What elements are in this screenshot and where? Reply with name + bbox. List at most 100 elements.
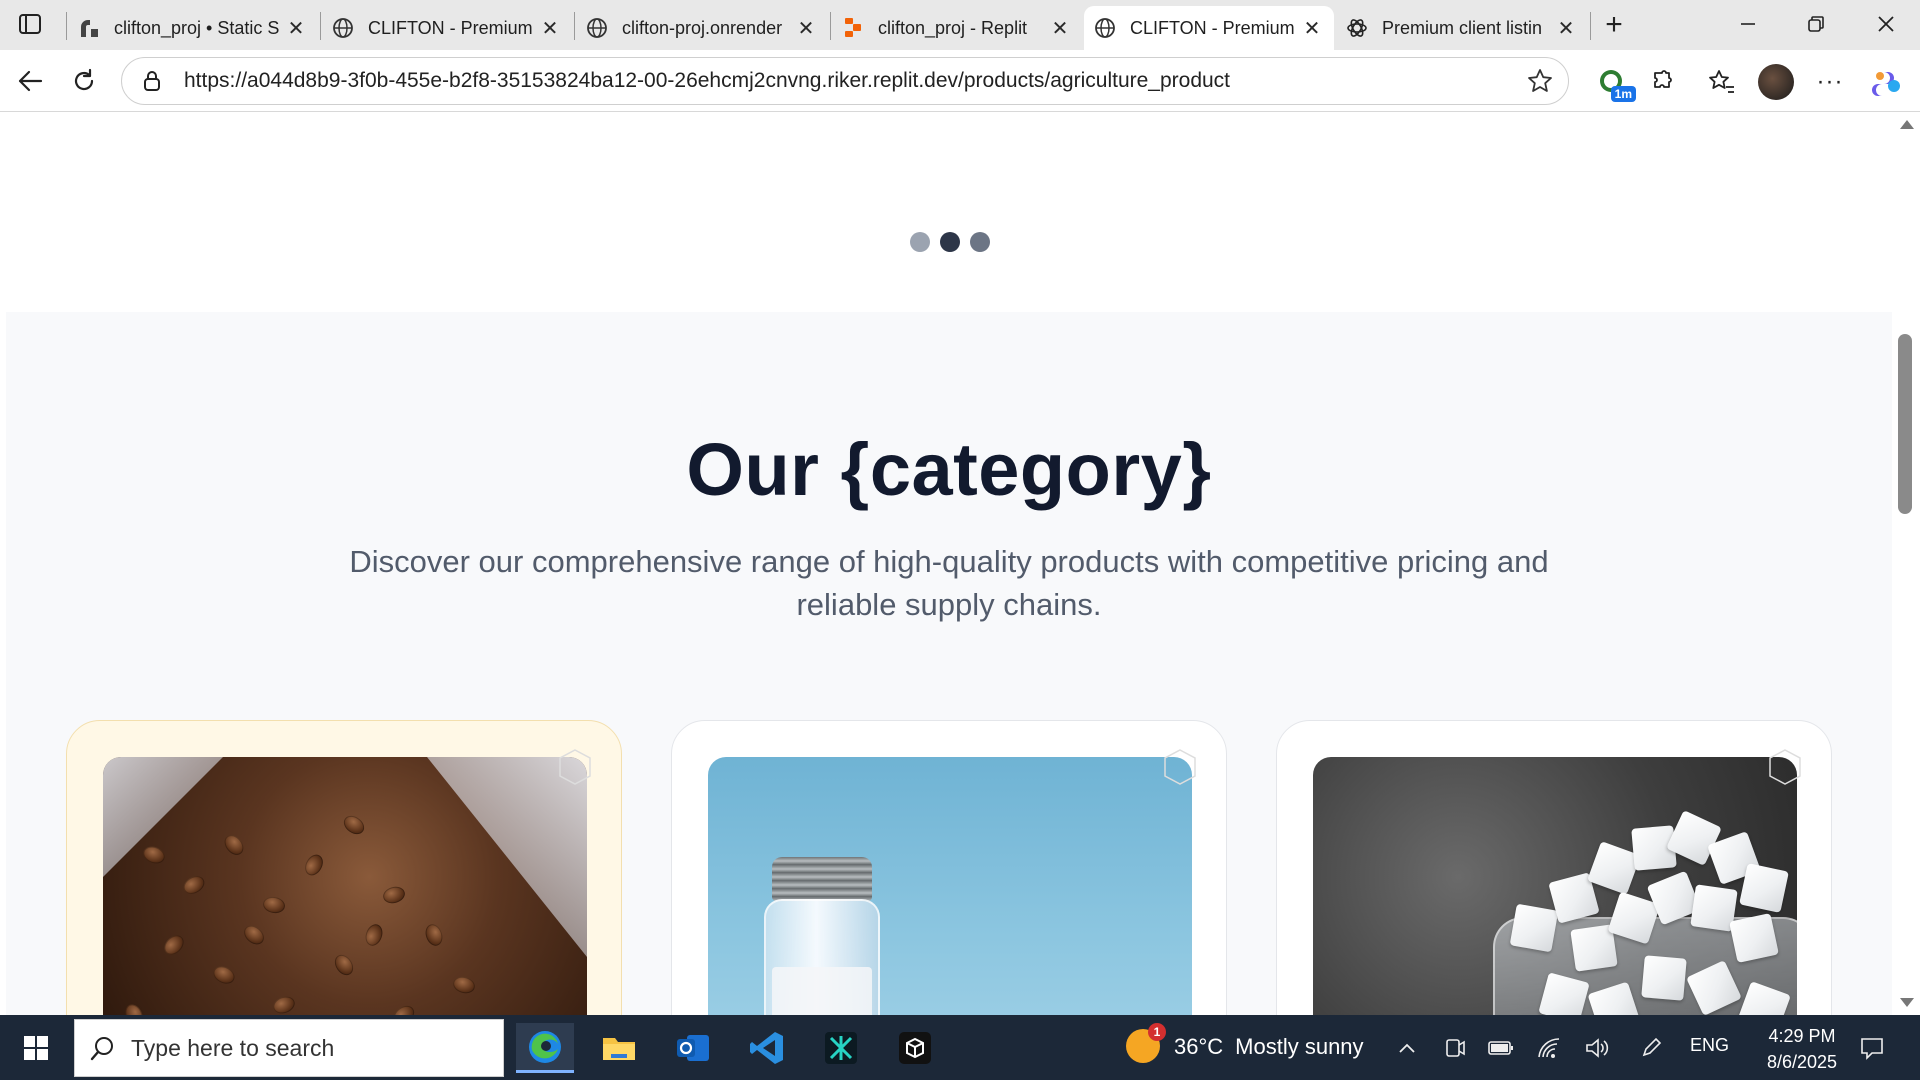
new-tab-button[interactable]: + bbox=[1594, 8, 1634, 42]
plus-icon: + bbox=[1605, 8, 1623, 41]
speaker-icon bbox=[1586, 1038, 1609, 1058]
start-button[interactable] bbox=[14, 1029, 58, 1067]
carousel-dot[interactable] bbox=[910, 232, 930, 252]
settings-menu-button[interactable]: ··· bbox=[1810, 62, 1850, 102]
taskbar-clock[interactable]: 4:29 PM 8/6/2025 bbox=[1752, 1023, 1852, 1075]
globe-icon bbox=[1094, 17, 1116, 39]
copilot-button[interactable] bbox=[1866, 62, 1906, 102]
close-icon[interactable]: ✕ bbox=[538, 16, 562, 40]
search-placeholder: Type here to search bbox=[131, 1034, 335, 1061]
tab-clifton-replit[interactable]: clifton_proj - Replit ✕ bbox=[832, 6, 1082, 50]
app-teal-icon bbox=[825, 1032, 857, 1064]
taskbar-app-box[interactable] bbox=[886, 1023, 944, 1073]
page-viewport: Our {category} Discover our comprehensiv… bbox=[6, 112, 1892, 1015]
wifi-icon bbox=[1538, 1038, 1560, 1058]
more-icon: ··· bbox=[1816, 68, 1844, 95]
weather-badge: 1 bbox=[1148, 1023, 1166, 1041]
outlook-icon bbox=[677, 1035, 709, 1061]
weather-widget[interactable]: 1 36°C Mostly sunny bbox=[1126, 1023, 1364, 1067]
tab-clifton-onrender[interactable]: clifton-proj.onrender ✕ bbox=[576, 6, 828, 50]
taskbar-app-teal[interactable] bbox=[812, 1023, 870, 1073]
taskbar-vscode[interactable] bbox=[738, 1023, 796, 1073]
taskbar-file-explorer[interactable] bbox=[590, 1023, 648, 1073]
hexagon-icon bbox=[559, 749, 591, 785]
reload-button[interactable] bbox=[62, 60, 106, 102]
vscode-icon bbox=[750, 1032, 783, 1064]
tab-premium-client-listing[interactable]: Premium client listin ✕ bbox=[1336, 6, 1588, 50]
minimize-icon bbox=[1741, 23, 1755, 25]
clock-time: 4:29 PM bbox=[1768, 1026, 1836, 1046]
restore-button[interactable] bbox=[1786, 4, 1846, 44]
chatgpt-icon bbox=[1346, 17, 1368, 39]
scrollbar-thumb[interactable] bbox=[1898, 334, 1912, 514]
scroll-down-arrow-icon[interactable] bbox=[1900, 998, 1914, 1007]
tab-title: clifton_proj • Static S bbox=[114, 17, 280, 38]
url-text[interactable]: https://a044d8b9-3f0b-455e-b2f8-35153824… bbox=[172, 69, 1518, 93]
close-icon[interactable]: ✕ bbox=[1554, 16, 1578, 40]
tab-title: clifton-proj.onrender bbox=[622, 17, 783, 38]
globe-icon bbox=[586, 17, 608, 39]
taskbar-edge[interactable] bbox=[516, 1023, 574, 1073]
close-icon bbox=[1878, 16, 1894, 32]
meet-now-button[interactable] bbox=[1440, 1033, 1470, 1063]
page-scrollbar[interactable] bbox=[1892, 112, 1920, 1015]
input-language[interactable]: ENG bbox=[1690, 1035, 1729, 1056]
coffee-beans-image bbox=[103, 757, 587, 1015]
tab-separator bbox=[320, 12, 321, 40]
shaker-cap bbox=[772, 857, 872, 901]
extension-badge: 1m bbox=[1610, 86, 1636, 102]
tab-separator bbox=[1590, 12, 1591, 40]
battery-button[interactable] bbox=[1486, 1033, 1516, 1063]
browser-tab-strip: clifton_proj • Static S ✕ CLIFTON - Prem… bbox=[0, 0, 1920, 50]
volume-button[interactable] bbox=[1582, 1033, 1612, 1063]
sunny-weather-icon: 1 bbox=[1126, 1023, 1166, 1065]
weather-temp: 36°C bbox=[1174, 1034, 1224, 1059]
close-icon[interactable]: ✕ bbox=[1300, 16, 1324, 40]
show-hidden-icons-button[interactable] bbox=[1392, 1033, 1422, 1063]
close-icon[interactable]: ✕ bbox=[794, 16, 818, 40]
close-icon[interactable]: ✕ bbox=[284, 16, 308, 40]
close-window-button[interactable] bbox=[1856, 4, 1916, 44]
favorites-button[interactable] bbox=[1702, 62, 1742, 102]
category-section: Our {category} Discover our comprehensiv… bbox=[6, 312, 1892, 1015]
clock-date: 8/6/2025 bbox=[1766, 1052, 1838, 1072]
tab-clifton-static[interactable]: clifton_proj • Static S ✕ bbox=[68, 6, 318, 50]
taskbar-outlook[interactable] bbox=[664, 1023, 722, 1073]
pen-icon bbox=[1642, 1037, 1662, 1057]
product-card-salt[interactable] bbox=[671, 720, 1227, 1015]
carousel-dot[interactable] bbox=[970, 232, 990, 252]
profile-button[interactable] bbox=[1756, 62, 1796, 102]
favorite-star-icon[interactable] bbox=[1518, 68, 1562, 94]
product-card-sugar[interactable] bbox=[1276, 720, 1832, 1015]
taskbar-search[interactable]: Type here to search bbox=[74, 1019, 504, 1077]
tab-clifton-premium-active[interactable]: CLIFTON - Premium ✕ bbox=[1084, 6, 1334, 50]
tab-title: clifton_proj - Replit bbox=[878, 17, 1028, 38]
address-bar[interactable]: https://a044d8b9-3f0b-455e-b2f8-35153824… bbox=[121, 57, 1569, 105]
copilot-icon bbox=[1872, 72, 1900, 96]
scroll-up-arrow-icon[interactable] bbox=[1900, 120, 1914, 129]
extensions-button[interactable] bbox=[1642, 62, 1682, 102]
category-description: Discover our comprehensive range of high… bbox=[349, 544, 1549, 622]
pen-menu-button[interactable] bbox=[1636, 1033, 1666, 1063]
tab-actions-button[interactable] bbox=[10, 6, 50, 42]
carousel-dot-active[interactable] bbox=[940, 232, 960, 252]
avatar bbox=[1758, 64, 1794, 100]
extension-timer-button[interactable]: 1m bbox=[1592, 62, 1636, 102]
salt-shaker-image bbox=[708, 757, 1192, 1015]
product-card-coffee[interactable] bbox=[66, 720, 622, 1015]
lock-icon[interactable] bbox=[132, 70, 172, 92]
restore-icon bbox=[1808, 16, 1824, 32]
network-button[interactable] bbox=[1534, 1033, 1564, 1063]
tab-clifton-premium-1[interactable]: CLIFTON - Premium ✕ bbox=[322, 6, 572, 50]
notification-center-button[interactable] bbox=[1852, 1031, 1892, 1065]
browser-toolbar: https://a044d8b9-3f0b-455e-b2f8-35153824… bbox=[0, 50, 1920, 112]
back-button[interactable] bbox=[8, 60, 52, 102]
tab-separator bbox=[66, 12, 67, 40]
minimize-button[interactable] bbox=[1718, 4, 1778, 44]
category-title: Our {category} bbox=[686, 428, 1212, 511]
battery-icon bbox=[1488, 1041, 1513, 1055]
sugar-cubes-image bbox=[1313, 757, 1797, 1015]
windows-taskbar: Type here to search 1 36°C Mostly sunny bbox=[0, 1015, 1920, 1080]
hexagon-icon bbox=[1769, 749, 1801, 785]
close-icon[interactable]: ✕ bbox=[1048, 16, 1072, 40]
